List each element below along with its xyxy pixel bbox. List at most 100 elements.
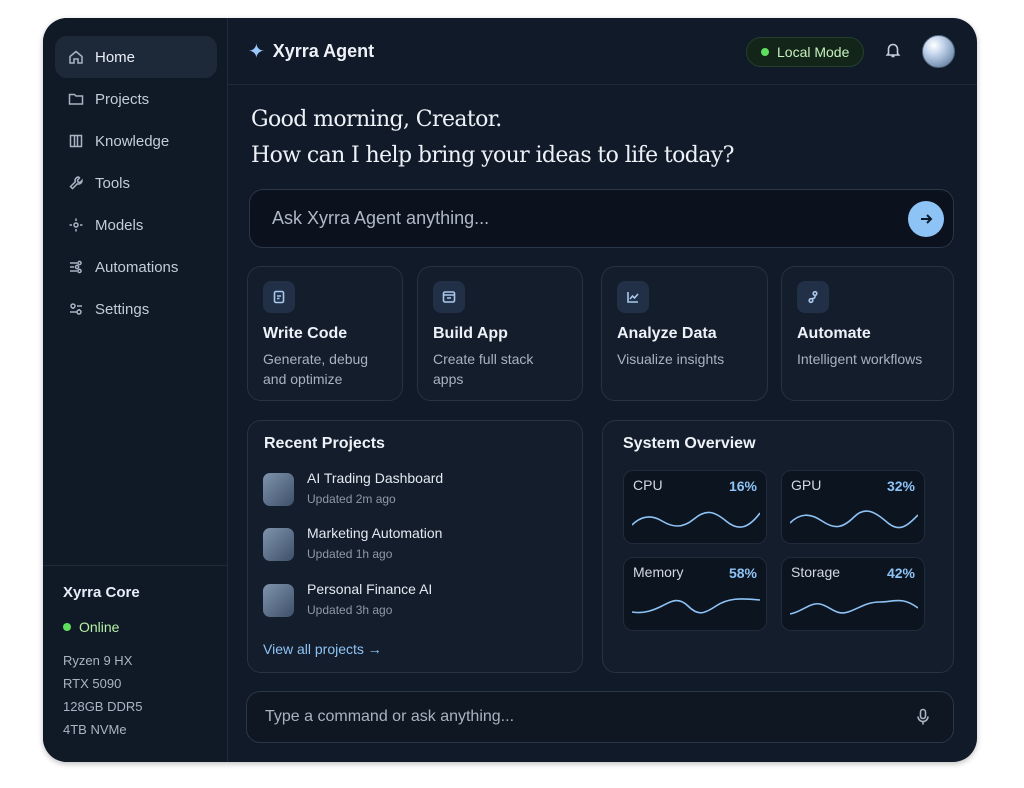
greeting-line-1: Good morning, Creator. [251, 107, 502, 132]
project-updated: Updated 3h ago [307, 603, 393, 617]
card-title: Write Code [263, 325, 348, 342]
microphone-icon[interactable] [915, 708, 933, 728]
status-label: Online [79, 619, 120, 635]
ask-placeholder: Ask Xyrra Agent anything... [272, 208, 490, 228]
code-file-icon [263, 281, 295, 313]
sidebar-item-label: Models [95, 216, 144, 234]
sidebar-item-automations[interactable]: Automations [55, 246, 217, 288]
metric-value: 32% [886, 478, 915, 494]
app-window-icon [433, 281, 465, 313]
card-desc: Create full stack apps [433, 351, 534, 387]
status-badge: Online [63, 619, 208, 635]
sidebar-nav: Home Projects Knowledge Tools Models Aut… [55, 36, 217, 330]
sparkline-icon [632, 511, 760, 528]
metric-label: Storage [791, 564, 841, 580]
sidebar-item-label: Projects [95, 90, 150, 108]
header: ✦ Xyrra Agent Local Mode [228, 18, 977, 85]
project-name: AI Trading Dashboard [307, 470, 444, 486]
metric-value: 42% [886, 565, 915, 581]
sparkline-icon [632, 598, 760, 614]
card-write-code[interactable]: Write Code Generate, debug and optimize [247, 266, 403, 401]
spec-gpu: RTX 5090 [63, 676, 122, 691]
panel-title: System Overview [623, 435, 756, 452]
metric-cpu: CPU 16% [623, 470, 767, 544]
metric-label: GPU [791, 477, 822, 493]
sidebar-item-label: Settings [95, 300, 150, 318]
spec-memory: 128GB DDR5 [63, 699, 143, 714]
card-desc: Visualize insights [617, 351, 725, 367]
card-desc: Generate, debug and optimize [263, 351, 369, 387]
metric-value: 58% [728, 565, 757, 581]
metric-label: Memory [633, 564, 684, 580]
project-name: Personal Finance AI [307, 581, 433, 597]
card-analyze-data[interactable]: Analyze Data Visualize insights [601, 266, 768, 401]
sparkline-icon [790, 599, 918, 615]
system-overview-panel: System Overview CPU 16% GPU 32% Memory 5… [602, 420, 954, 673]
sidebar-item-models[interactable]: Models [55, 204, 217, 246]
card-build-app[interactable]: Build App Create full stack apps [417, 266, 583, 401]
sidebar-item-projects[interactable]: Projects [55, 78, 217, 120]
sidebar-item-label: Tools [95, 174, 131, 192]
command-input[interactable]: Type a command or ask anything... [246, 691, 954, 743]
spec-cpu: Ryzen 9 HX [63, 653, 133, 668]
greeting-line-2: How can I help bring your ideas to life … [251, 143, 734, 168]
project-thumbnail [263, 528, 294, 561]
avatar[interactable] [922, 35, 955, 68]
spec-storage: 4TB NVMe [63, 722, 127, 737]
sparkle-logo-icon: ✦ [248, 40, 265, 63]
sidebar-item-home[interactable]: Home [55, 36, 217, 78]
home-icon [67, 48, 85, 66]
chart-icon [617, 281, 649, 313]
greeting: Good morning, Creator. How can I help br… [251, 102, 734, 174]
project-updated: Updated 2m ago [307, 492, 396, 506]
card-title: Analyze Data [617, 325, 717, 342]
list-item[interactable]: Personal Finance AI Updated 3h ago [263, 577, 432, 621]
metric-storage: Storage 42% [781, 557, 925, 631]
wrench-icon [67, 174, 85, 192]
sidebar-item-label: Knowledge [95, 132, 170, 150]
core-status-panel: Xyrra Core Online Ryzen 9 HX RTX 5090 12… [43, 565, 228, 759]
sidebar-item-label: Home [95, 48, 136, 66]
status-dot-icon [761, 48, 769, 56]
sidebar: Home Projects Knowledge Tools Models Aut… [43, 18, 228, 762]
book-icon [67, 132, 85, 150]
sidebar-item-settings[interactable]: Settings [55, 288, 217, 330]
metric-value: 16% [728, 478, 757, 494]
panel-title: Recent Projects [264, 435, 385, 452]
core-title: Xyrra Core [63, 584, 140, 601]
view-all-projects-link[interactable]: View all projects → [263, 641, 382, 657]
workflow-icon [797, 281, 829, 313]
local-mode-badge[interactable]: Local Mode [746, 37, 865, 67]
metric-label: CPU [633, 477, 663, 493]
command-placeholder: Type a command or ask anything... [265, 708, 515, 725]
metric-memory: Memory 58% [623, 557, 767, 631]
card-desc: Intelligent workflows [797, 351, 923, 367]
list-item[interactable]: Marketing Automation Updated 1h ago [263, 521, 442, 565]
sidebar-item-knowledge[interactable]: Knowledge [55, 120, 217, 162]
project-name: Marketing Automation [307, 525, 443, 541]
project-updated: Updated 1h ago [307, 547, 393, 561]
list-item[interactable]: AI Trading Dashboard Updated 2m ago [263, 466, 443, 510]
metric-gpu: GPU 32% [781, 470, 925, 544]
ask-input[interactable]: Ask Xyrra Agent anything... [249, 189, 954, 248]
settings-icon [67, 300, 85, 318]
project-thumbnail [263, 584, 294, 617]
app-title: Xyrra Agent [272, 40, 375, 61]
project-thumbnail [263, 473, 294, 506]
automations-icon [67, 258, 85, 276]
recent-projects-panel: Recent Projects AI Trading Dashboard Upd… [247, 420, 583, 673]
card-title: Build App [433, 325, 508, 342]
models-icon [67, 216, 85, 234]
arrow-right-icon [921, 214, 933, 224]
card-automate[interactable]: Automate Intelligent workflows [781, 266, 954, 401]
online-dot-icon [63, 623, 71, 631]
local-mode-label: Local Mode [777, 44, 850, 60]
main-area: ✦ Xyrra Agent Local Mode Good morning, C… [228, 18, 977, 762]
card-title: Automate [797, 325, 871, 342]
sidebar-item-tools[interactable]: Tools [55, 162, 217, 204]
app-window: Home Projects Knowledge Tools Models Aut… [43, 18, 977, 762]
send-button[interactable] [908, 201, 944, 237]
folder-icon [67, 90, 85, 108]
bell-icon[interactable] [884, 41, 904, 61]
sparkline-icon [790, 510, 918, 529]
